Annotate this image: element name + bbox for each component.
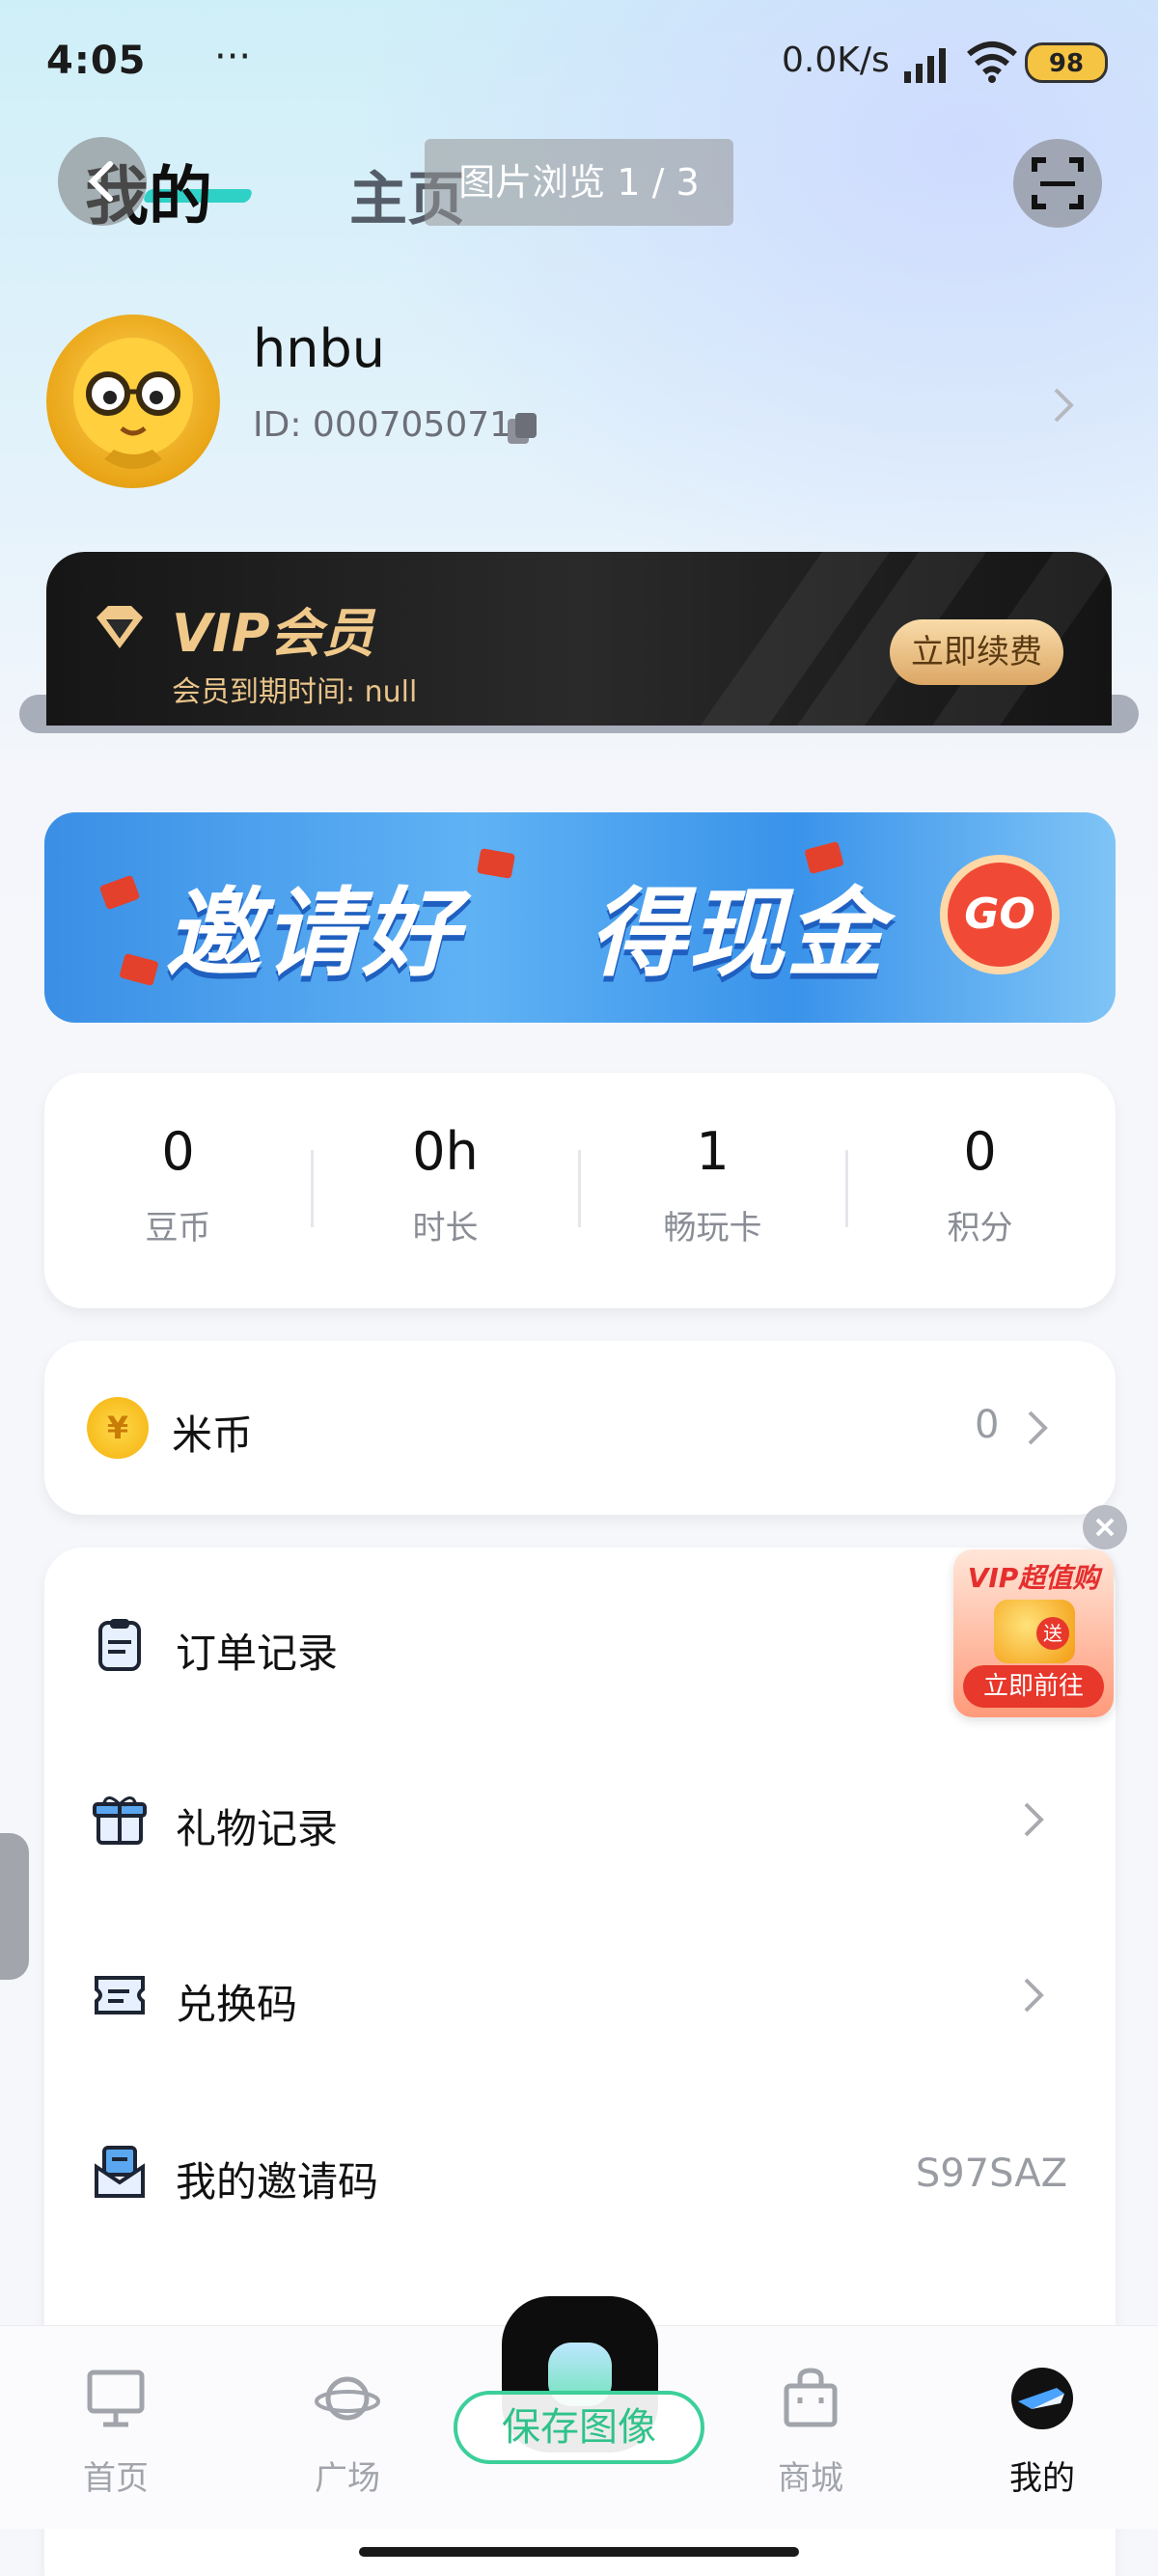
coin-row[interactable]: ¥ 米币 0 (44, 1341, 1116, 1515)
copy-icon[interactable] (504, 409, 542, 448)
monitor-icon (87, 2370, 145, 2427)
ticket-icon (95, 1976, 145, 2014)
profile-icon (1011, 2368, 1073, 2429)
mail-icon (95, 2146, 145, 2198)
menu-label: 订单记录 (176, 1630, 339, 1677)
red-envelope-icon (477, 848, 515, 879)
profile-chevron-icon[interactable] (1050, 386, 1077, 425)
go-badge[interactable]: GO (940, 855, 1060, 974)
stat-label: 豆币 (145, 1209, 211, 1247)
stat-value: 1 (696, 1121, 730, 1182)
wifi-icon (967, 41, 1017, 83)
renew-button[interactable]: 立即续费 (890, 619, 1063, 685)
stat-play-card[interactable]: 1 畅玩卡 (579, 1121, 846, 1248)
invite-banner[interactable]: 邀请好 得现金 GO (44, 812, 1116, 1023)
image-viewer-indicator: 图片浏览 1 / 3 (425, 139, 733, 226)
stat-value: 0 (963, 1121, 997, 1182)
clipboard-icon (98, 1619, 141, 1671)
status-time: 4:05 (46, 39, 147, 83)
red-envelope-icon (98, 874, 141, 911)
vip-expire-text: 会员到期时间: null (172, 675, 418, 709)
banner-text-left: 邀请好 (165, 877, 460, 990)
network-speed: 0.0K/s (782, 41, 890, 80)
tab-home[interactable]: 首页 (39, 2365, 193, 2499)
promo-button[interactable]: 立即前往 (963, 1665, 1104, 1708)
bag-icon (784, 2368, 838, 2427)
battery-level: 98 (1048, 49, 1085, 78)
side-drawer-handle[interactable] (0, 1833, 29, 1980)
tab-plaza[interactable]: 广场 (270, 2365, 425, 2499)
stats-card: 0 豆币 0h 时长 1 畅玩卡 0 积分 (44, 1073, 1116, 1308)
menu-item-invite-code[interactable]: 我的邀请码 S97SAZ (44, 2115, 1116, 2231)
promo-title: VIP超值购 (967, 1562, 1100, 1594)
stat-label: 时长 (412, 1209, 479, 1247)
gift-icon (93, 1796, 147, 1845)
status-more-dots: ··· (214, 35, 252, 79)
user-id: ID: 000705071 (253, 405, 512, 445)
vip-title: VIP会员 (172, 603, 374, 664)
coin-label: 米币 (172, 1411, 254, 1459)
tab-label: 商城 (778, 2459, 843, 2498)
stat-points[interactable]: 0 积分 (846, 1121, 1114, 1248)
back-arrow-icon (88, 161, 113, 202)
menu-label: 我的邀请码 (176, 2158, 379, 2206)
scan-icon (1032, 157, 1084, 209)
tab-label: 首页 (83, 2459, 149, 2498)
save-image-button[interactable]: 保存图像 (454, 2391, 704, 2464)
username: hnbu (253, 318, 385, 379)
close-icon (1095, 1518, 1115, 1537)
menu-item-gifts[interactable]: 礼物记录 (44, 1762, 1116, 1877)
menu-item-redeem[interactable]: 兑换码 (44, 1937, 1116, 2053)
stat-value: 0 (161, 1121, 195, 1182)
menu-label: 兑换码 (176, 1981, 298, 2028)
planet-icon (315, 2376, 380, 2421)
menu-label: 礼物记录 (176, 1805, 339, 1852)
chevron-right-icon (1028, 1411, 1048, 1445)
stat-value: 0h (412, 1121, 479, 1182)
chevron-right-icon (1024, 1978, 1044, 2013)
promo-gift-badge: 送 (1036, 1617, 1069, 1650)
tab-mine[interactable]: 我的 (965, 2365, 1119, 2499)
stat-duration[interactable]: 0h 时长 (312, 1121, 579, 1248)
vip-promo-widget[interactable]: VIP超值购 送 立即前往 (953, 1549, 1114, 1717)
tab-label: 广场 (315, 2459, 380, 2498)
signal-icon (904, 48, 946, 83)
stat-beans[interactable]: 0 豆币 (44, 1121, 312, 1248)
tab-shop[interactable]: 商城 (733, 2365, 888, 2499)
gift-box-icon: 送 (994, 1600, 1075, 1663)
invite-code-value[interactable]: S97SAZ (916, 2151, 1067, 2196)
battery-icon: 98 (1025, 42, 1108, 83)
tab-label: 我的 (1009, 2459, 1075, 2498)
avatar[interactable] (46, 315, 220, 488)
vip-card[interactable]: VIP会员 会员到期时间: null 立即续费 (46, 552, 1112, 726)
coin-icon: ¥ (87, 1397, 149, 1459)
avatar-face-icon (73, 338, 193, 469)
diamond-icon (96, 606, 143, 648)
coin-value: 0 (975, 1403, 1000, 1447)
promo-close-button[interactable] (1083, 1505, 1127, 1549)
red-envelope-icon (119, 952, 159, 987)
stat-label: 积分 (947, 1209, 1013, 1247)
scan-button[interactable] (1013, 139, 1102, 228)
chevron-right-icon (1024, 1802, 1044, 1837)
banner-text-right: 得现金 (590, 877, 885, 990)
back-button[interactable] (58, 137, 147, 226)
home-indicator[interactable] (359, 2547, 799, 2557)
stat-label: 畅玩卡 (663, 1209, 762, 1247)
